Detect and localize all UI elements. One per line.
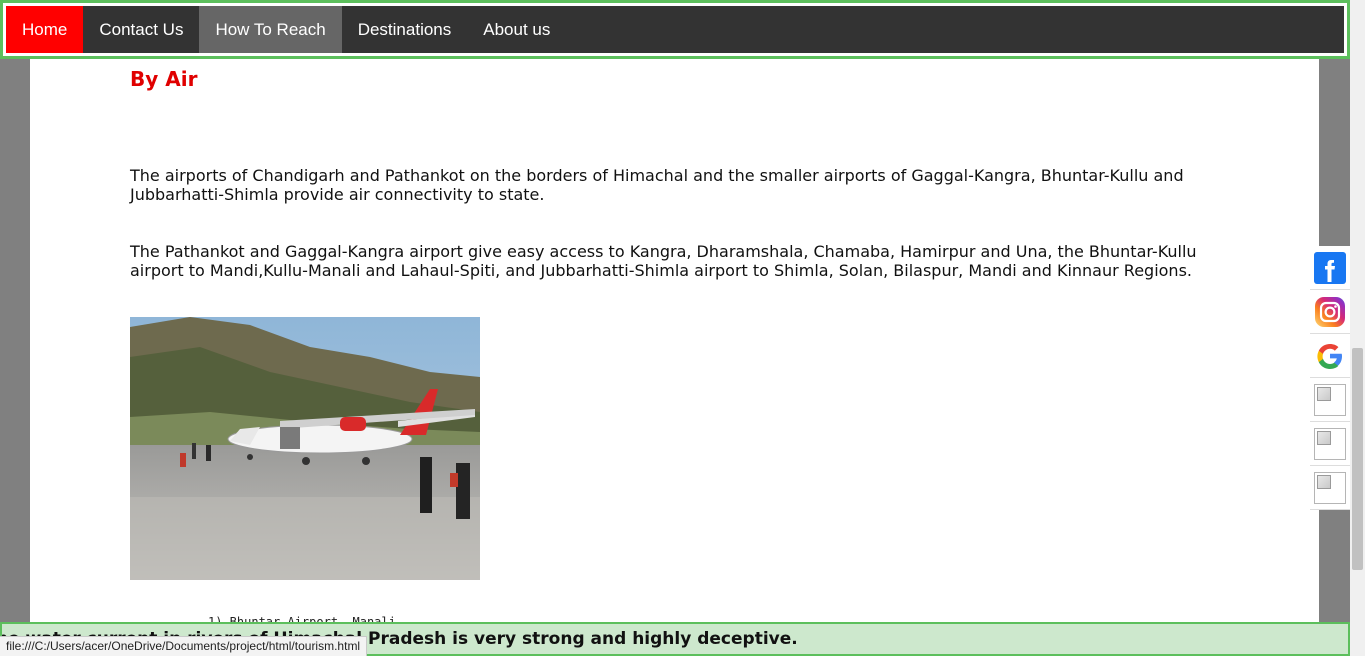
section-heading: By Air (130, 67, 198, 91)
scrollbar-thumb[interactable] (1352, 348, 1363, 570)
airport-photo (130, 317, 480, 580)
broken-image-icon[interactable] (1314, 427, 1346, 460)
broken-image-icon[interactable] (1314, 383, 1346, 416)
paragraph-airports: The airports of Chandigarh and Pathankot… (130, 166, 1184, 204)
nav-home[interactable]: Home (6, 6, 84, 53)
broken-image-icon[interactable] (1314, 471, 1346, 504)
browser-status-bar: file:///C:/Users/acer/OneDrive/Documents… (0, 636, 368, 656)
google-icon[interactable] (1315, 341, 1345, 371)
nav-how-to-reach[interactable]: How To Reach (199, 6, 342, 53)
nav-bar: Home Contact Us How To Reach Destination… (6, 6, 1344, 53)
social-slot-4[interactable] (1310, 378, 1350, 422)
nav-destinations[interactable]: Destinations (342, 6, 468, 53)
social-slot-6[interactable] (1310, 466, 1350, 510)
social-slot-instagram[interactable] (1310, 290, 1350, 334)
paragraph-access: The Pathankot and Gaggal-Kangra airport … (130, 242, 1197, 280)
social-slot-5[interactable] (1310, 422, 1350, 466)
top-navbar: Home Contact Us How To Reach Destination… (0, 0, 1350, 59)
nav-contact-us[interactable]: Contact Us (83, 6, 199, 53)
social-sidebar (1310, 246, 1350, 510)
nav-about-us[interactable]: About us (467, 6, 566, 53)
vertical-scrollbar[interactable] (1350, 0, 1365, 656)
social-slot-google[interactable] (1310, 334, 1350, 378)
social-slot-facebook[interactable] (1310, 246, 1350, 290)
instagram-icon[interactable] (1314, 296, 1346, 328)
facebook-icon[interactable] (1314, 251, 1346, 284)
